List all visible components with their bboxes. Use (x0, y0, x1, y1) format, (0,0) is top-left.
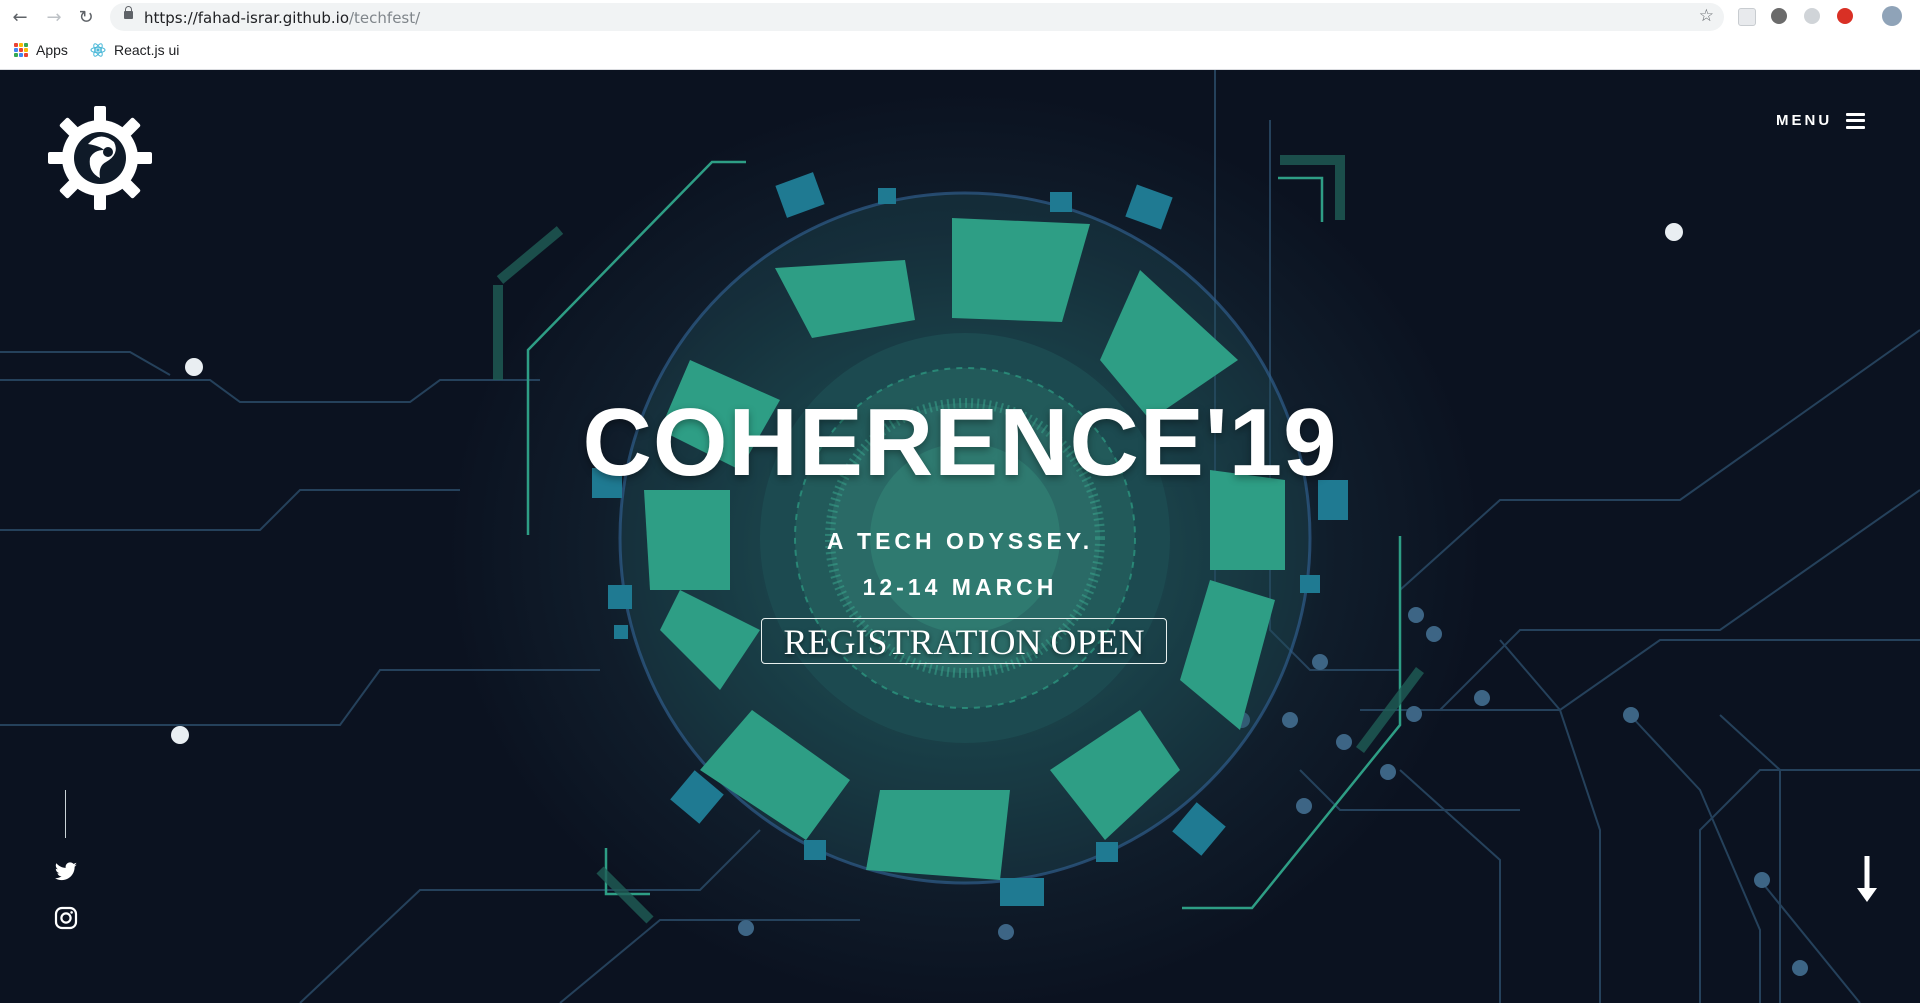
extension-icon[interactable] (1738, 8, 1756, 26)
tagline: A TECH ODYSSEY. (826, 528, 1094, 554)
extension-adblock-icon[interactable] (1837, 8, 1853, 24)
back-arrow-icon[interactable]: ← (8, 5, 32, 29)
menu-label: MENU (1776, 112, 1833, 129)
instagram-icon[interactable] (54, 906, 78, 930)
scroll-down-arrow-icon[interactable] (1856, 856, 1878, 904)
extension-ghost-icon[interactable] (1804, 8, 1820, 24)
bookmark-label: Apps (36, 42, 68, 58)
apps-grid-icon (14, 43, 28, 57)
page-title: COHERENCE'19 (582, 389, 1338, 496)
hero-section: MENU COHERENCE'19 A TECH ODYSSEY. 12-14 … (0, 70, 1920, 1003)
reload-icon[interactable]: ↻ (74, 5, 98, 29)
address-bar[interactable]: https://fahad-israr.github.io/techfest/ … (110, 3, 1724, 31)
bookmark-react-ui[interactable]: React.js ui (90, 42, 179, 58)
bookmarks-bar: Apps React.js ui (0, 34, 1920, 70)
bookmark-star-icon[interactable]: ☆ (1699, 6, 1714, 26)
url-text[interactable]: https://fahad-israr.github.io/techfest/ (144, 9, 420, 27)
browser-toolbar: ← → ↻ https://fahad-israr.github.io/tech… (0, 0, 1920, 34)
coherence-gear-logo[interactable] (44, 102, 156, 214)
event-dates: 12-14 MARCH (862, 574, 1058, 600)
react-icon (90, 43, 106, 57)
extension-globe-icon[interactable] (1771, 8, 1787, 24)
forward-arrow-icon[interactable]: → (42, 5, 66, 29)
lock-icon (124, 6, 133, 19)
social-divider (65, 790, 66, 838)
bookmark-label: React.js ui (114, 42, 180, 58)
registration-open-button[interactable]: REGISTRATION OPEN (761, 618, 1167, 664)
hamburger-icon (1846, 112, 1866, 129)
bookmark-apps[interactable]: Apps (14, 42, 68, 58)
twitter-icon[interactable] (54, 860, 78, 884)
menu-button[interactable]: MENU (1776, 112, 1866, 129)
profile-avatar[interactable] (1882, 6, 1902, 26)
